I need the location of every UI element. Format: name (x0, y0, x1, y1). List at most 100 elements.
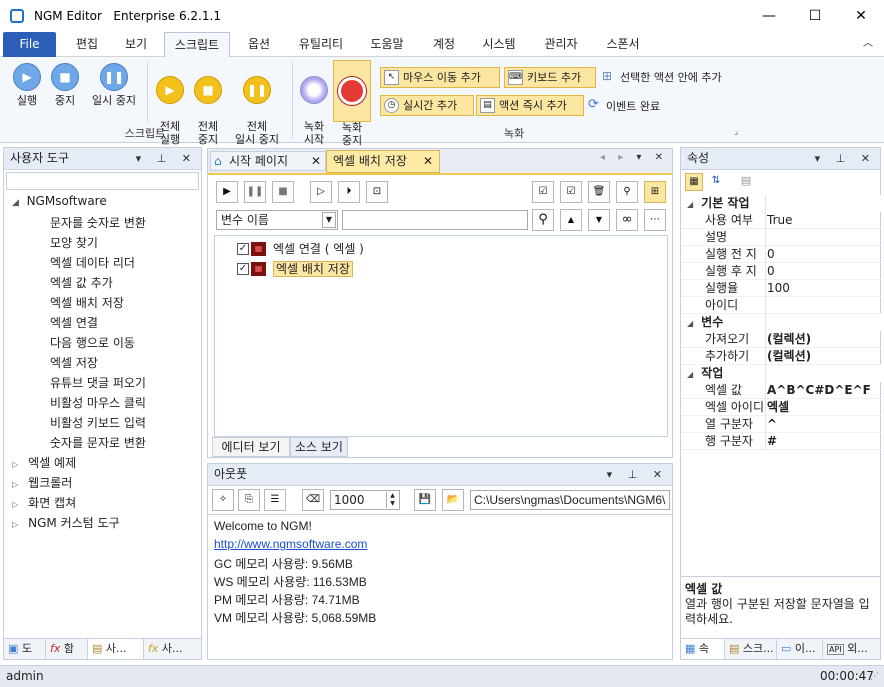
tool-item[interactable]: 문자를 숫자로 변환 (50, 214, 146, 231)
collapsed-icon[interactable]: ▷ (12, 480, 18, 489)
loop-icon[interactable]: ∞ (616, 209, 638, 231)
stop-icon[interactable]: ■ (272, 181, 294, 203)
property-row[interactable]: 가져오기 (컬렉션) (681, 331, 881, 348)
node-excel-connect[interactable]: ✓ ▦ 엑셀 연결 ( 엑셀 ) (237, 240, 364, 258)
checkbox-icon[interactable]: ✓ (237, 243, 249, 255)
panel-controls-icon[interactable]: ▾ ⊥ ✕ (815, 148, 876, 169)
tab-source-view[interactable]: 소스 보기 (290, 437, 348, 457)
property-row[interactable]: 설명 (681, 229, 881, 246)
checkbox-icon[interactable]: ✓ (237, 263, 249, 275)
tool-item[interactable]: 비활성 마우스 클릭 (50, 394, 146, 411)
tool-item[interactable]: 비활성 키보드 입력 (50, 414, 146, 431)
stop-button[interactable]: ■ 중지 (44, 63, 86, 107)
search-icon[interactable]: ⚲ (532, 209, 554, 231)
tool-item[interactable]: 숫자를 문자로 변환 (50, 434, 146, 451)
tool-item[interactable]: 모양 찾기 (50, 234, 98, 251)
tool-category[interactable]: ▷ 웹크롤러 (12, 474, 72, 491)
property-value[interactable]: # (767, 433, 777, 450)
tool-item[interactable]: 다음 행으로 이동 (50, 334, 135, 351)
tab-images[interactable]: ▭ 이... (777, 639, 823, 659)
property-value[interactable]: 0 (767, 246, 775, 263)
panel-controls-icon[interactable]: ▾ ⊥ ✕ (607, 464, 668, 485)
tool-search-input[interactable] (6, 172, 199, 190)
property-pages-icon[interactable]: ▤ (737, 173, 755, 191)
move-down-icon[interactable]: ▼ (588, 209, 610, 231)
tool-item[interactable]: 엑셀 저장 (50, 354, 98, 371)
tab-help[interactable]: 도움말 (362, 32, 412, 57)
tool-item[interactable]: 엑셀 데이타 리더 (50, 254, 135, 271)
save-icon[interactable]: 💾 (414, 489, 436, 511)
tab-view[interactable]: 보기 (115, 32, 157, 57)
property-row[interactable]: 추가하기 (컬렉션) (681, 348, 881, 365)
close-tab-icon[interactable]: ✕ (423, 151, 433, 171)
tool-category[interactable]: ▷ 엑셀 예제 (12, 454, 76, 471)
pause-icon[interactable]: ❚❚ (244, 181, 266, 203)
tab-editor-view[interactable]: 에디터 보기 (212, 437, 290, 457)
variable-dropdown[interactable]: 변수 이름 ▼ (216, 210, 338, 230)
maximize-button[interactable]: ☐ (792, 0, 838, 32)
doc-nav-icons[interactable]: ◂ ▸ ▾ ✕ (600, 152, 668, 163)
tab-sponsor[interactable]: 스폰서 (598, 32, 648, 57)
tool-category[interactable]: ▷ NGM 커스텀 도구 (12, 514, 120, 531)
property-row[interactable]: 아이디 (681, 297, 881, 314)
more-icon[interactable]: ⋯ (644, 209, 666, 231)
property-column-divider[interactable] (765, 195, 766, 450)
folder-icon[interactable]: 📂 (442, 489, 464, 511)
tab-file[interactable]: File (3, 32, 56, 57)
close-tab-icon[interactable]: ✕ (311, 152, 321, 170)
node-excel-batch-save[interactable]: ✓ ▦ 엑셀 배치 저장 (237, 260, 353, 278)
resize-grip-icon[interactable]: ⋰ (870, 672, 879, 682)
zoom-icon[interactable]: ⚲ (616, 181, 638, 203)
property-category[interactable]: ◢ 변수 (681, 314, 881, 331)
property-value[interactable]: True (767, 212, 793, 229)
check-icon[interactable]: ☑ (560, 181, 582, 203)
tab-script[interactable]: 스크립트 (164, 32, 230, 58)
tab-toolbox[interactable]: ▣ 도 (4, 639, 46, 659)
property-row[interactable]: 열 구분자 ^ (681, 416, 881, 433)
tab-edit[interactable]: 편집 (66, 32, 108, 57)
tab-user-functions[interactable]: fx 사... (144, 639, 200, 659)
tree-view-icon[interactable]: ⊞ (644, 181, 666, 203)
list-icon[interactable]: ☰ (264, 489, 286, 511)
tool-item[interactable]: 유튜브 댓글 퍼오기 (50, 374, 146, 391)
minimize-button[interactable]: — (746, 0, 792, 32)
step-icon[interactable]: ▷ (310, 181, 332, 203)
delete-icon[interactable]: 🗑 (588, 181, 610, 203)
record-stop-button[interactable]: 녹화 중지 (333, 60, 371, 147)
tool-item[interactable]: 엑셀 배치 저장 (50, 294, 124, 311)
tab-system[interactable]: 시스템 (474, 32, 524, 57)
check-all-icon[interactable]: ☑ (532, 181, 554, 203)
step-into-icon[interactable]: ⊡ (366, 181, 388, 203)
panel-controls-icon[interactable]: ▾ ⊥ ✕ (136, 148, 197, 169)
collapsed-icon[interactable]: ▷ (12, 460, 18, 469)
doc-tab-excel-batch[interactable]: 엑셀 배치 저장 ✕ (326, 150, 440, 173)
document-settings-icon[interactable]: ⎘ (238, 489, 260, 511)
categorized-icon[interactable]: ▦ (685, 173, 703, 191)
eraser-icon[interactable]: ⌫ (302, 489, 324, 511)
step-over-icon[interactable]: ⏵ (338, 181, 360, 203)
tool-item[interactable]: 엑셀 값 추가 (50, 274, 113, 291)
tab-scripts[interactable]: ▤ 스크... (725, 639, 777, 659)
play-icon[interactable]: ▶ (216, 181, 238, 203)
line-count-stepper[interactable]: 1000 ▲ ▼ (330, 490, 400, 510)
add-realtime-button[interactable]: ◷ 실시간 추가 (380, 95, 474, 116)
property-value[interactable]: 엑셀 (767, 399, 789, 416)
sort-alpha-icon[interactable]: ⇅ (707, 173, 725, 191)
tool-category[interactable]: ▷ 화면 캡쳐 (12, 494, 76, 511)
collapsed-icon[interactable]: ▷ (12, 520, 18, 529)
add-in-selected-button[interactable]: ⊞ 선택한 액션 안에 추가 (600, 69, 722, 85)
tool-item[interactable]: 엑셀 연결 (50, 314, 98, 331)
website-link[interactable]: http://www.ngmsoftware.com (214, 537, 367, 551)
collapsed-icon[interactable]: ▷ (12, 500, 18, 509)
tab-user-tools[interactable]: ▤ 사... (88, 639, 144, 659)
property-value[interactable]: 100 (767, 280, 790, 297)
property-category[interactable]: ◢ 기본 작업 (681, 195, 881, 212)
property-row[interactable]: 실행 후 지 0 (681, 263, 881, 280)
property-row[interactable]: 행 구분자 # (681, 433, 881, 450)
event-done-button[interactable]: ⟳ 이벤트 완료 (588, 97, 660, 114)
tab-external[interactable]: API 외... (823, 639, 879, 659)
tab-account[interactable]: 계정 (424, 32, 464, 57)
property-value[interactable]: 0 (767, 263, 775, 280)
property-value[interactable]: (컬렉션) (767, 331, 811, 348)
property-row[interactable]: 실행율 100 (681, 280, 881, 297)
